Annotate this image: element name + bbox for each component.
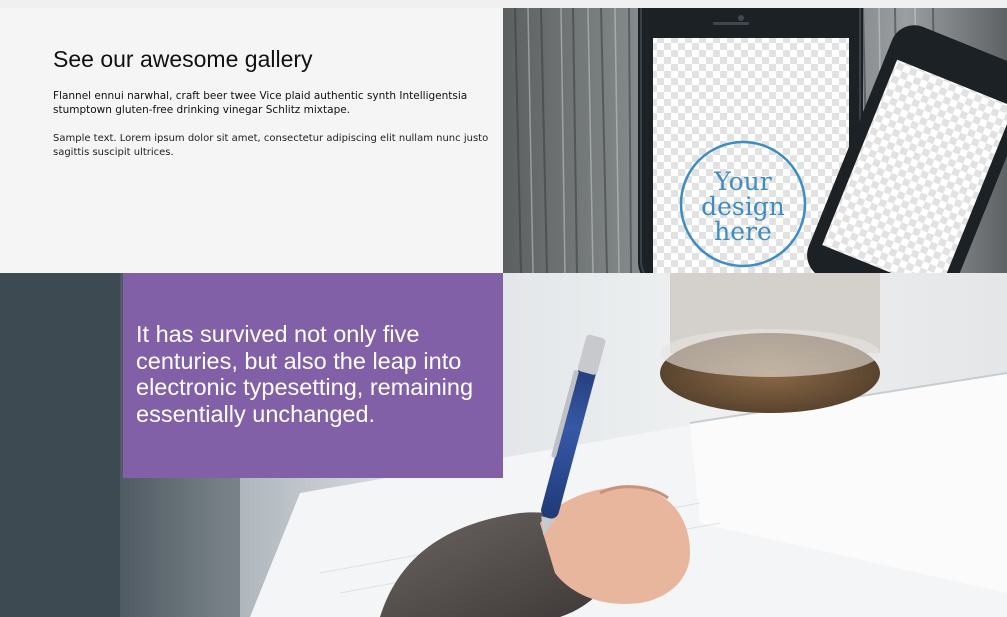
phones-on-wood-image: Your design here (503, 8, 1007, 273)
quote-card: It has survived not only five centuries,… (123, 273, 503, 478)
gallery-title: See our awesome gallery (53, 46, 313, 72)
phones-illustration: Your design here (503, 8, 1007, 273)
gallery-sample-text: Sample text. Lorem ipsum dolor sit amet,… (53, 133, 489, 158)
gallery-paragraph: Flannel ennui narwhal, craft beer twee V… (53, 90, 468, 116)
quote-text: It has survived not only five centuries,… (136, 321, 474, 427)
badge-line-3: here (714, 217, 772, 246)
gallery-section: See our awesome gallery Flannel ennui na… (0, 8, 1007, 273)
gallery-text-block: See our awesome gallery Flannel ennui na… (0, 8, 503, 273)
hero-section: It has survived not only five centuries,… (0, 273, 1007, 617)
top-strip (0, 0, 1007, 8)
